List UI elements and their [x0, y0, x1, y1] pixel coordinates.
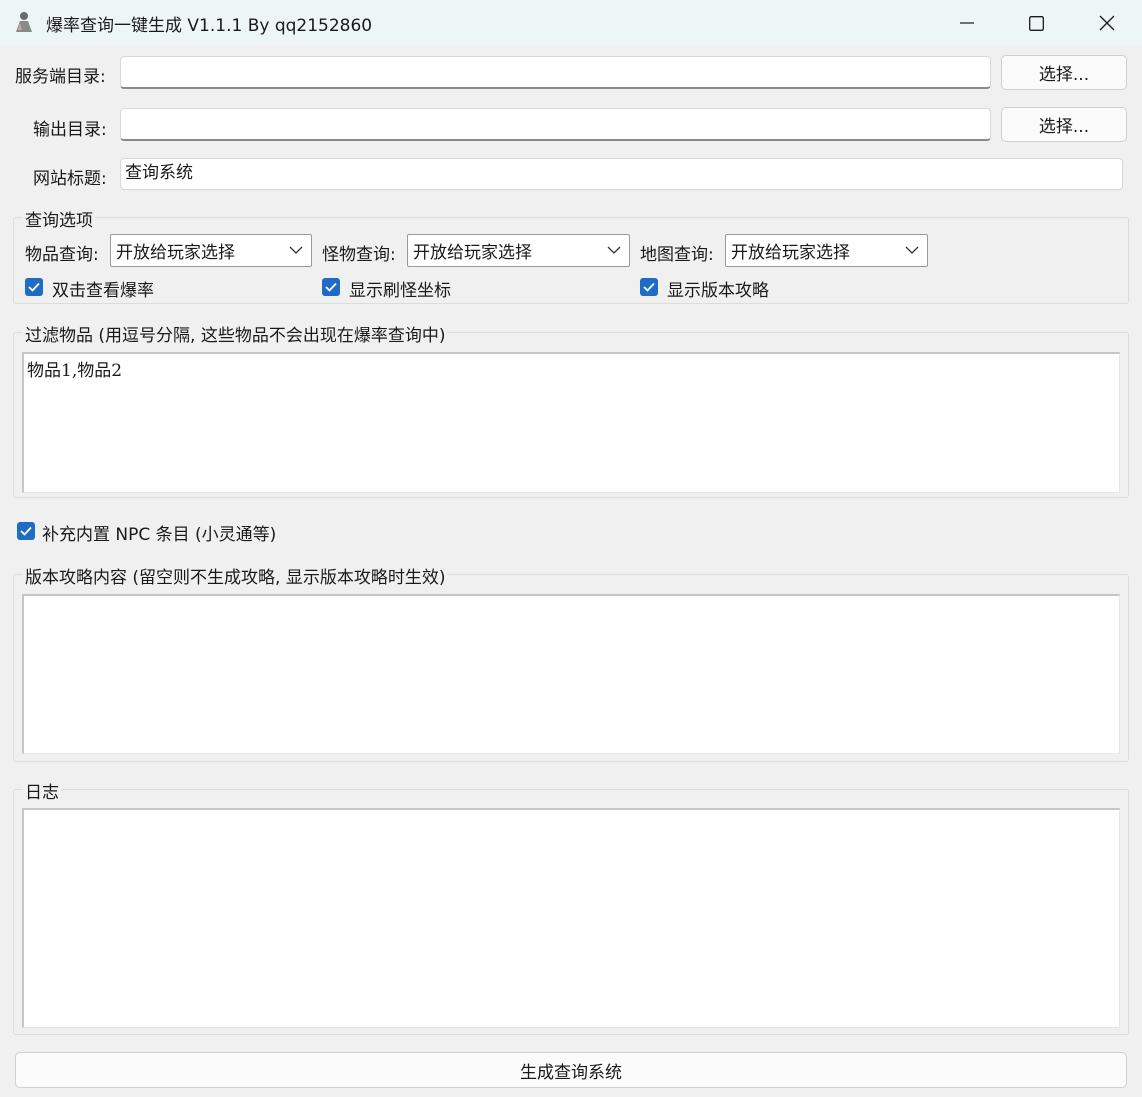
- site-title-label: 网站标题:: [33, 169, 107, 189]
- output-dir-browse-button[interactable]: 选择...: [1001, 107, 1127, 142]
- filter-items-textarea[interactable]: 物品1,物品2: [22, 352, 1120, 493]
- show-version-guide-label: 显示版本攻略: [667, 281, 769, 301]
- checkmark-icon: [28, 282, 40, 292]
- server-dir-label: 服务端目录:: [15, 67, 106, 87]
- generate-button[interactable]: 生成查询系统: [15, 1052, 1127, 1088]
- item-query-label: 物品查询:: [25, 245, 99, 265]
- checkmark-icon: [643, 282, 655, 292]
- map-query-value: 开放给玩家选择: [731, 243, 850, 263]
- maximize-button[interactable]: [1001, 0, 1071, 46]
- show-version-guide-checkbox[interactable]: [640, 278, 658, 296]
- map-query-select[interactable]: 开放给玩家选择: [725, 234, 928, 267]
- server-dir-browse-button[interactable]: 选择...: [1001, 55, 1127, 90]
- monster-query-select[interactable]: 开放给玩家选择: [407, 234, 630, 267]
- output-dir-label: 输出目录:: [33, 120, 107, 140]
- minimize-icon: [960, 22, 974, 24]
- window-title: 爆率查询一键生成 V1.1.1 By qq2152860: [46, 16, 373, 36]
- item-query-select[interactable]: 开放给玩家选择: [110, 234, 312, 267]
- monster-query-value: 开放给玩家选择: [413, 243, 532, 263]
- checkmark-icon: [325, 282, 337, 292]
- npc-entries-label: 补充内置 NPC 条目 (小灵通等): [42, 525, 277, 545]
- monster-query-label: 怪物查询:: [322, 245, 396, 265]
- log-textarea[interactable]: [22, 808, 1120, 1028]
- log-title: 日志: [23, 778, 61, 803]
- chevron-down-icon: [289, 246, 303, 254]
- npc-entries-checkbox[interactable]: [17, 522, 35, 540]
- double-click-drop-rate-checkbox[interactable]: [25, 278, 43, 296]
- close-icon: [1099, 15, 1115, 31]
- show-spawn-coords-label: 显示刷怪坐标: [349, 281, 451, 301]
- map-query-label: 地图查询:: [640, 245, 714, 265]
- guide-content-textarea[interactable]: [22, 594, 1120, 754]
- guide-content-title: 版本攻略内容 (留空则不生成攻略, 显示版本攻略时生效): [23, 563, 448, 588]
- maximize-icon: [1028, 15, 1044, 31]
- close-button[interactable]: [1072, 0, 1142, 46]
- query-options-title: 查询选项: [23, 206, 95, 231]
- filter-items-title: 过滤物品 (用逗号分隔, 这些物品不会出现在爆率查询中): [23, 321, 448, 346]
- app-icon: [12, 10, 36, 34]
- item-query-value: 开放给玩家选择: [116, 243, 235, 263]
- chevron-down-icon: [607, 246, 621, 254]
- output-dir-input[interactable]: [120, 108, 991, 141]
- site-title-input[interactable]: 查询系统: [120, 158, 1123, 190]
- show-spawn-coords-checkbox[interactable]: [322, 278, 340, 296]
- minimize-button[interactable]: [932, 0, 1002, 46]
- chevron-down-icon: [905, 246, 919, 254]
- checkmark-icon: [20, 526, 32, 536]
- double-click-drop-rate-label: 双击查看爆率: [52, 281, 154, 301]
- server-dir-input[interactable]: [120, 56, 991, 89]
